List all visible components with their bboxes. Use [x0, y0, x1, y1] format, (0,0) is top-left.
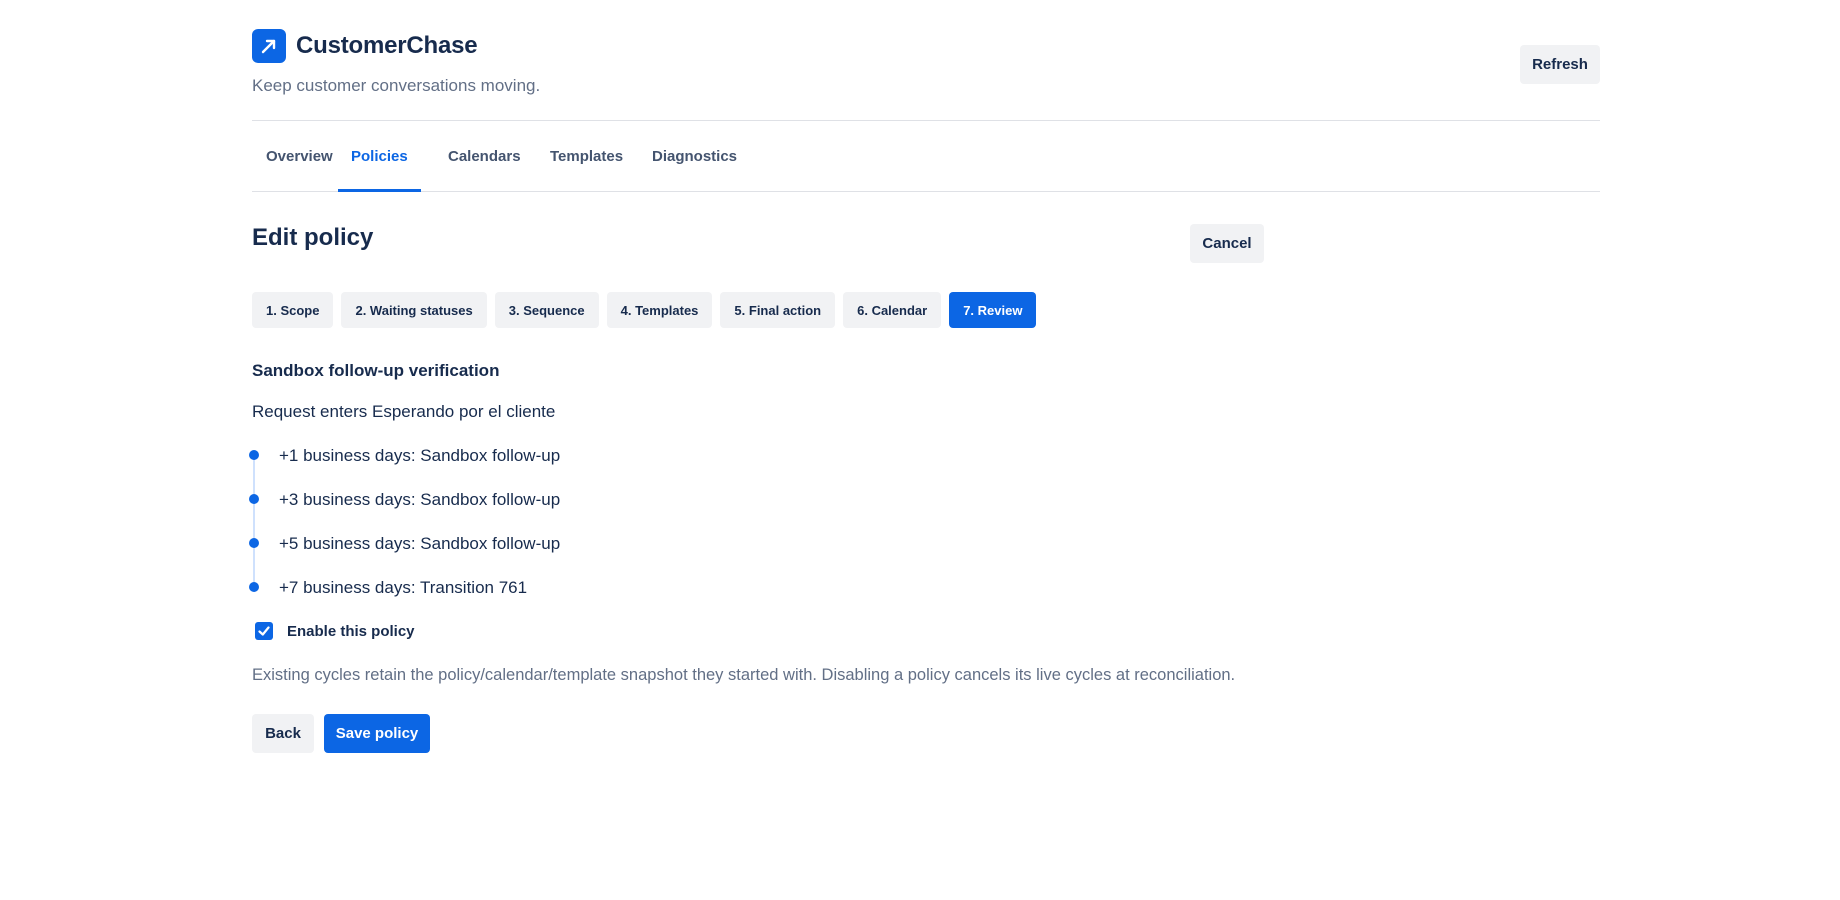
save-policy-button[interactable]: Save policy	[324, 714, 430, 753]
tab-policies[interactable]: Policies	[338, 121, 421, 192]
timeline-item-label: +5 business days: Sandbox follow-up	[279, 534, 561, 553]
cancel-button[interactable]: Cancel	[1190, 224, 1264, 263]
timeline-dot	[249, 494, 259, 504]
policy-name: Sandbox follow-up verification	[252, 361, 500, 380]
timeline-item-label: +3 business days: Sandbox follow-up	[279, 490, 561, 509]
arrow-up-right-icon	[252, 29, 286, 63]
step-review[interactable]: 7. Review	[949, 292, 1037, 328]
page-title: Edit policy	[252, 224, 374, 251]
timeline-item: +3 business days: Sandbox follow-up	[249, 484, 561, 516]
brand: CustomerChase	[252, 29, 478, 63]
page: CustomerChase Keep customer conversation…	[0, 0, 1840, 900]
timeline-item-label: +7 business days: Transition 761	[279, 578, 528, 597]
step-templates[interactable]: 4. Templates	[606, 292, 713, 328]
step-scope[interactable]: 1. Scope	[252, 292, 334, 328]
timeline-line	[253, 456, 255, 588]
timeline-item: +1 business days: Sandbox follow-up	[249, 440, 561, 472]
checkmark-icon	[258, 626, 270, 636]
timeline-item-label: +1 business days: Sandbox follow-up	[279, 446, 561, 465]
enable-policy-row: Enable this policy	[255, 622, 415, 640]
tab-diagnostics[interactable]: Diagnostics	[652, 121, 737, 191]
refresh-button[interactable]: Refresh	[1520, 45, 1600, 84]
tab-overview[interactable]: Overview	[266, 121, 333, 191]
app-title: CustomerChase	[296, 32, 478, 59]
policy-note: Existing cycles retain the policy/calend…	[252, 666, 1236, 684]
sequence-timeline: +1 business days: Sandbox follow-up +3 b…	[249, 440, 952, 600]
timeline-dot	[249, 538, 259, 548]
step-sequence[interactable]: 3. Sequence	[494, 292, 599, 328]
timeline-item: +5 business days: Sandbox follow-up	[249, 528, 561, 560]
back-button[interactable]: Back	[252, 714, 314, 753]
main-container: CustomerChase Keep customer conversation…	[249, 0, 1600, 753]
main-tabs: Overview Policies Calendars Templates Di…	[252, 121, 1600, 192]
tab-templates[interactable]: Templates	[550, 121, 623, 191]
step-final-action[interactable]: 5. Final action	[720, 292, 836, 328]
timeline-dot	[249, 450, 259, 460]
wizard-steps: 1. Scope 2. Waiting statuses 3. Sequence…	[252, 292, 1037, 328]
app-tagline: Keep customer conversations moving.	[252, 76, 541, 95]
timeline-dot	[249, 582, 259, 592]
enable-policy-label[interactable]: Enable this policy	[287, 623, 415, 640]
step-calendar[interactable]: 6. Calendar	[843, 292, 942, 328]
timeline-item: +7 business days: Transition 761	[249, 572, 528, 604]
app-header: CustomerChase Keep customer conversation…	[252, 0, 1600, 121]
tab-calendars[interactable]: Calendars	[448, 121, 521, 191]
enable-policy-checkbox[interactable]	[255, 622, 273, 640]
policy-trigger: Request enters Esperando por el cliente	[252, 402, 556, 421]
step-waiting-statuses[interactable]: 2. Waiting statuses	[341, 292, 487, 328]
